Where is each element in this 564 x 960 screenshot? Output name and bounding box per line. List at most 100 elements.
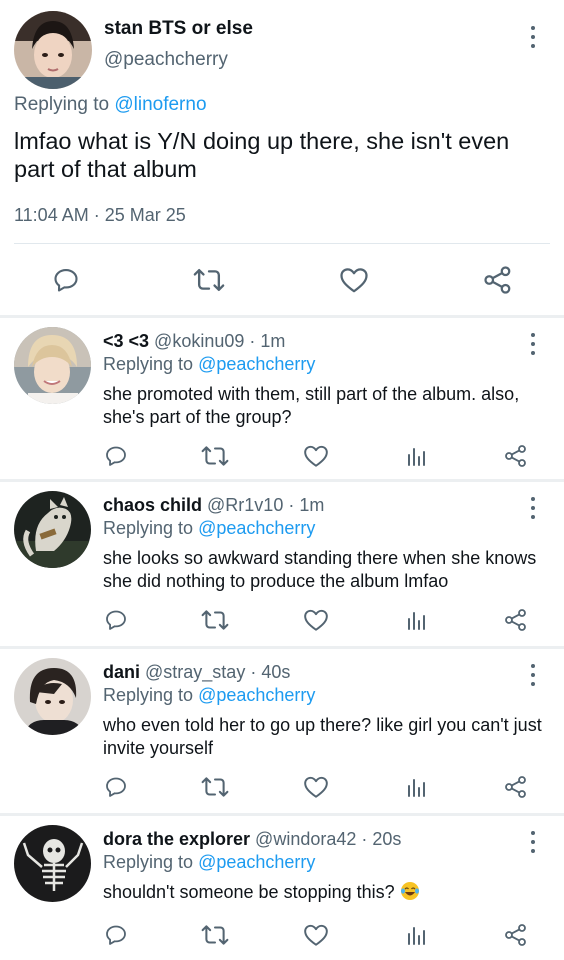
share-icon [484, 266, 511, 294]
replying-to-handle-link[interactable]: @peachcherry [198, 852, 315, 872]
reply-display-name[interactable]: dani [103, 662, 140, 682]
main-tweet: stan BTS or else @peachcherry Replying t… [0, 0, 564, 315]
reply-tweet[interactable]: dani @stray_stay · 40s Replying to @peac… [0, 649, 564, 814]
like-button[interactable] [302, 774, 330, 800]
retweet-icon [193, 268, 225, 292]
views-button[interactable] [404, 774, 430, 800]
speech-bubble-icon [106, 446, 126, 466]
replying-prefix: Replying to [14, 94, 115, 115]
speech-bubble-icon [54, 269, 78, 292]
reply-header: dani @stray_stay · 40s [103, 662, 290, 683]
bar-chart-icon [408, 448, 425, 466]
replying-to-handle-link[interactable]: @peachcherry [198, 354, 315, 374]
reply-tweet[interactable]: chaos child @Rr1v10 · 1m Replying to @pe… [0, 482, 564, 647]
reply-button[interactable] [103, 443, 129, 469]
bar-chart-icon [408, 612, 425, 630]
reply-author-avatar[interactable] [14, 327, 91, 404]
bar-chart-icon [408, 779, 425, 797]
like-button[interactable] [302, 922, 330, 948]
more-options-icon[interactable] [529, 26, 537, 48]
retweet-button[interactable] [201, 774, 229, 800]
reply-action-bar [0, 604, 564, 634]
views-button[interactable] [404, 922, 430, 948]
heart-icon [304, 609, 328, 631]
reply-text-container: shouldn't someone be stopping this? [103, 881, 543, 904]
reply-header: chaos child @Rr1v10 · 1m [103, 495, 324, 516]
reply-handle-time: @stray_stay · 40s [140, 662, 291, 682]
share-icon [505, 609, 526, 631]
speech-bubble-icon [106, 925, 126, 945]
reply-display-name[interactable]: <3 <3 [103, 331, 149, 351]
heart-icon [304, 445, 328, 467]
share-button[interactable] [482, 264, 514, 296]
replying-to: Replying to @peachcherry [103, 518, 315, 539]
heart-icon [304, 924, 328, 946]
reply-action-bar [0, 771, 564, 801]
share-button[interactable] [503, 774, 529, 800]
like-button[interactable] [302, 443, 330, 469]
share-button[interactable] [503, 922, 529, 948]
reply-handle-time: @kokinu09 · 1m [149, 331, 286, 351]
replying-prefix: Replying to [103, 852, 199, 872]
reply-tweet[interactable]: dora the explorer @windora42 · 20s Reply… [0, 816, 564, 960]
retweet-button[interactable] [201, 607, 229, 633]
share-button[interactable] [503, 443, 529, 469]
tweet-timestamp[interactable]: 11:04 AM · 25 Mar 25 [14, 205, 186, 226]
retweet-icon [201, 610, 229, 630]
replying-prefix: Replying to [103, 685, 199, 705]
retweet-icon [201, 446, 229, 466]
more-options-icon[interactable] [529, 664, 537, 686]
replying-to-handle-link[interactable]: @peachcherry [198, 518, 315, 538]
retweet-button[interactable] [192, 264, 226, 296]
retweet-button[interactable] [201, 922, 229, 948]
bar-chart-icon [408, 927, 425, 945]
tears-of-joy-emoji-icon [400, 882, 419, 900]
share-button[interactable] [503, 607, 529, 633]
tweet-action-bar [0, 262, 564, 298]
reply-handle-time: @Rr1v10 · 1m [202, 495, 325, 515]
divider [14, 243, 550, 244]
reply-text: she looks so awkward standing there when… [103, 548, 537, 591]
more-options-icon[interactable] [529, 333, 537, 355]
retweet-icon [201, 925, 229, 945]
author-avatar[interactable] [14, 11, 92, 89]
reply-header: <3 <3 @kokinu09 · 1m [103, 331, 285, 352]
author-display-name[interactable]: stan BTS or else [104, 18, 253, 40]
replying-to: Replying to @peachcherry [103, 685, 315, 706]
reply-text: she promoted with them, still part of th… [103, 384, 520, 427]
tweet-text: lmfao what is Y/N doing up there, she is… [14, 128, 510, 182]
replying-to-handle-link[interactable]: @peachcherry [198, 685, 315, 705]
reply-tweet[interactable]: <3 <3 @kokinu09 · 1m Replying to @peachc… [0, 318, 564, 483]
more-options-icon[interactable] [529, 831, 537, 853]
reply-button[interactable] [103, 774, 129, 800]
author-handle[interactable]: @peachcherry [104, 49, 228, 71]
reply-handle-time: @windora42 · 20s [250, 829, 402, 849]
reply-text: who even told her to go up there? like g… [103, 715, 542, 758]
like-button[interactable] [302, 607, 330, 633]
heart-icon [304, 776, 328, 798]
reply-text: shouldn't someone be stopping this? [103, 882, 400, 902]
replying-to: Replying to @linoferno [14, 94, 207, 116]
share-icon [505, 924, 526, 946]
reply-display-name[interactable]: dora the explorer [103, 829, 250, 849]
share-icon [505, 776, 526, 798]
views-button[interactable] [404, 607, 430, 633]
speech-bubble-icon [106, 777, 126, 797]
like-button[interactable] [337, 264, 371, 296]
more-options-icon[interactable] [529, 497, 537, 519]
reply-header: dora the explorer @windora42 · 20s [103, 829, 401, 850]
reply-button[interactable] [103, 922, 129, 948]
reply-button[interactable] [50, 264, 82, 296]
reply-author-avatar[interactable] [14, 658, 91, 735]
reply-author-avatar[interactable] [14, 491, 91, 568]
reply-button[interactable] [103, 607, 129, 633]
replying-to-handle-link[interactable]: @linoferno [114, 94, 206, 115]
replying-prefix: Replying to [103, 354, 199, 374]
retweet-button[interactable] [201, 443, 229, 469]
views-button[interactable] [404, 443, 430, 469]
replying-to: Replying to @peachcherry [103, 852, 315, 873]
reply-author-avatar[interactable] [14, 825, 91, 902]
reply-action-bar [0, 919, 564, 949]
retweet-icon [201, 777, 229, 797]
reply-display-name[interactable]: chaos child [103, 495, 202, 515]
